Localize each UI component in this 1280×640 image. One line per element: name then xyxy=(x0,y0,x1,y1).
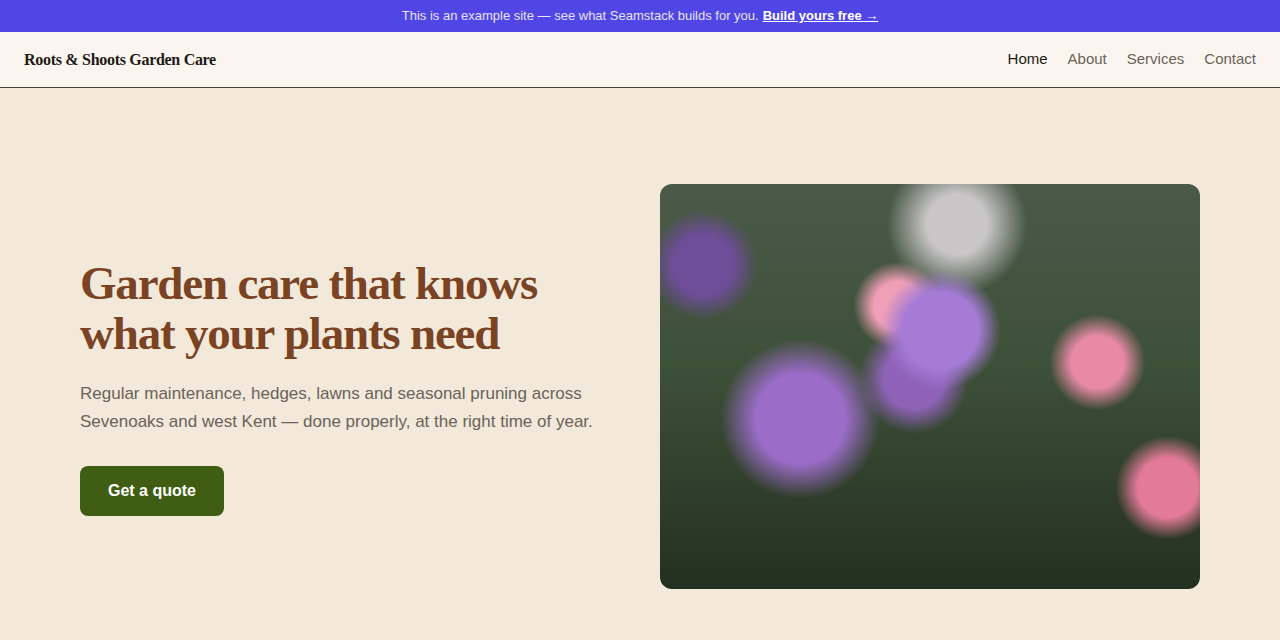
banner-link[interactable]: Build yours free → xyxy=(763,6,879,26)
nav-menu: Home About Services Contact xyxy=(1008,48,1256,71)
nav-link[interactable]: Services xyxy=(1127,48,1185,71)
hero: Garden care that knows what your plants … xyxy=(0,88,1280,629)
site-header: Roots & Shoots Garden Care Home About Serv… xyxy=(0,32,1280,88)
nav-link[interactable]: Contact xyxy=(1204,48,1256,71)
banner-text: This is an example site — see what Seams… xyxy=(402,6,759,26)
hero-copy: Garden care that knows what your plants … xyxy=(80,184,620,589)
quote-button[interactable]: Get a quote xyxy=(80,466,224,516)
hero-text: Regular maintenance, hedges, lawns and s… xyxy=(80,380,620,436)
flower-photo xyxy=(660,184,1200,589)
promo-banner: This is an example site — see what Seams… xyxy=(0,0,1280,32)
brand-logo[interactable]: Roots & Shoots Garden Care xyxy=(24,48,216,72)
nav-link[interactable]: Home xyxy=(1008,48,1048,71)
nav-link[interactable]: About xyxy=(1068,48,1107,71)
hero-title: Garden care that knows what your plants … xyxy=(80,258,605,358)
